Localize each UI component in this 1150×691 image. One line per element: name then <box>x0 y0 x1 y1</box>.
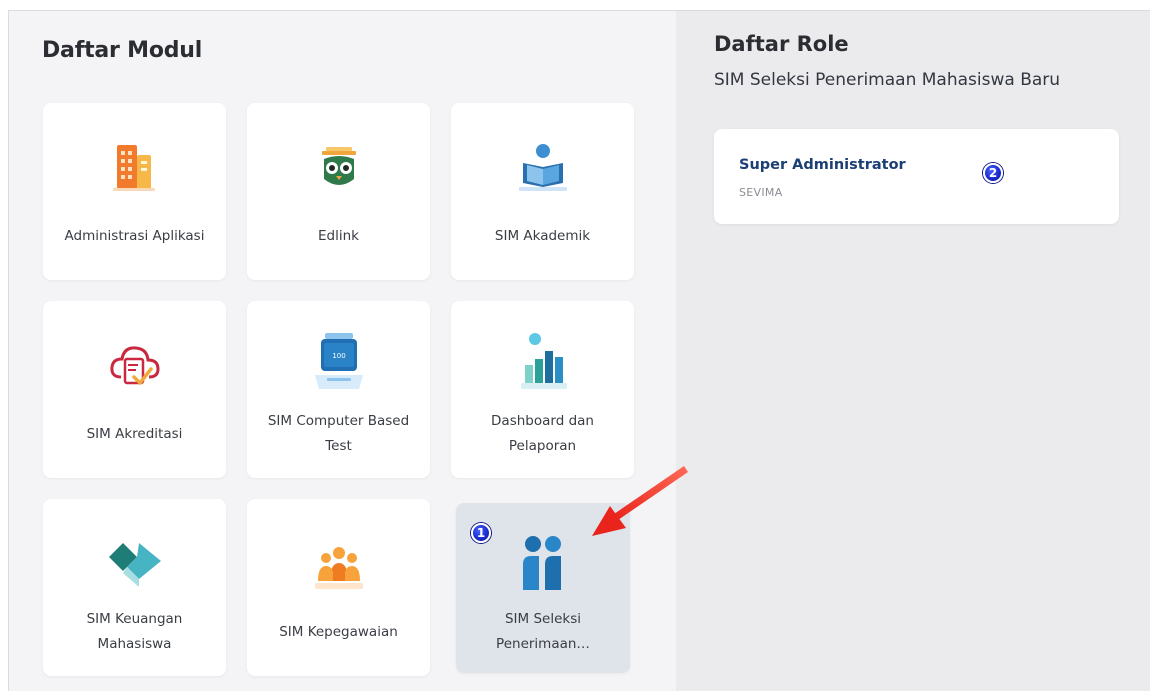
module-label: Administrasi Aplikasi <box>64 227 205 244</box>
module-card-sim-akademik[interactable]: SIM Akademik <box>451 103 634 280</box>
module-label: SIM Computer Based Test <box>267 413 410 454</box>
step-badge: 2 <box>983 163 1003 183</box>
module-label: SIM Akreditasi <box>86 425 183 442</box>
module-card-sim-keuangan-mahasiswa[interactable]: SIM Keuangan Mahasiswa <box>43 499 226 676</box>
modules-panel-title: Daftar Modul <box>42 38 203 63</box>
svg-text:100: 100 <box>332 352 345 360</box>
module-label: SIM Seleksi Penerimaan… <box>496 611 590 652</box>
selected-module-name: SIM Seleksi Penerimaan Mahasiswa Baru <box>714 70 1061 90</box>
module-card-sim-computer-based-test[interactable]: 100 SIM Computer Based Test <box>247 301 430 478</box>
module-label: SIM Kepegawaian <box>279 623 398 640</box>
cloud-certificate-icon <box>43 335 226 395</box>
owl-icon <box>247 137 430 197</box>
role-name: Super Administrator <box>739 157 906 173</box>
people-group-icon <box>247 539 430 599</box>
roles-panel <box>676 11 1150 691</box>
module-label: Edlink <box>318 227 359 244</box>
reading-person-icon <box>451 137 634 197</box>
module-card-administrasi-aplikasi[interactable]: Administrasi Aplikasi <box>43 103 226 280</box>
diamond-icon <box>43 533 226 593</box>
module-card-dashboard-dan-pelaporan[interactable]: Dashboard dan Pelaporan <box>451 301 634 478</box>
module-label: Dashboard dan Pelaporan <box>491 413 594 454</box>
pointer-arrow-icon <box>592 466 688 536</box>
module-label: SIM Keuangan Mahasiswa <box>86 611 183 652</box>
module-card-sim-akreditasi[interactable]: SIM Akreditasi <box>43 301 226 478</box>
module-card-sim-kepegawaian[interactable]: SIM Kepegawaian <box>247 499 430 676</box>
building-icon <box>43 137 226 197</box>
module-card-edlink[interactable]: Edlink <box>247 103 430 280</box>
role-organization: SEVIMA <box>739 186 783 199</box>
monitor-score-icon: 100 <box>247 331 430 391</box>
roles-panel-title: Daftar Role <box>714 32 849 56</box>
bar-chart-icon <box>451 331 634 391</box>
step-badge: 1 <box>471 523 491 543</box>
role-card-super-administrator[interactable]: Super Administrator SEVIMA <box>714 129 1119 224</box>
module-label: SIM Akademik <box>494 227 591 244</box>
